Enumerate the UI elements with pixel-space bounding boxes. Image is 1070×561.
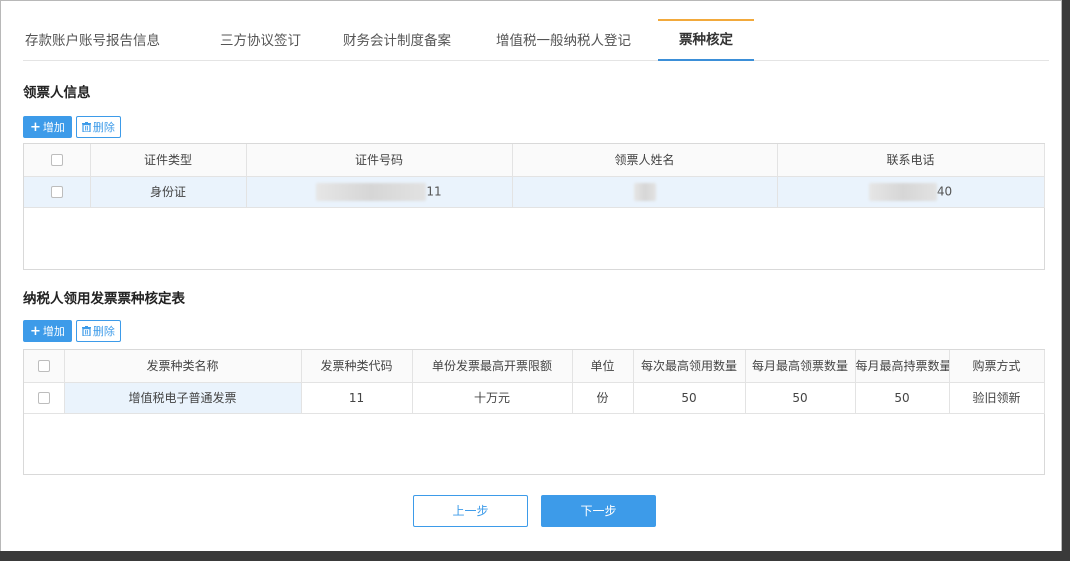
invoice-delete-button[interactable]: 删除 — [75, 320, 121, 342]
tab-invoice-type-approval[interactable]: 票种核定 — [658, 19, 754, 61]
invoice-section-title: 纳税人领用发票票种核定表 — [23, 291, 185, 307]
tab-vat-general-taxpayer-registration[interactable]: 增值税一般纳税人登记 — [496, 19, 631, 61]
recipient-table: 证件类型 证件号码 领票人姓名 联系电话 身份证 11 40 — [23, 143, 1045, 270]
select-all-checkbox[interactable] — [37, 360, 50, 373]
recipient-add-button[interactable]: + 增加 — [23, 116, 72, 138]
max-per-time-cell: 50 — [633, 382, 746, 414]
id-number-suffix: 11 — [426, 184, 442, 198]
col-header-invoice-type-code: 发票种类代码 — [301, 350, 413, 383]
recipient-add-label: 增加 — [42, 121, 65, 134]
trash-icon — [81, 326, 91, 336]
recipient-section-title: 领票人信息 — [23, 85, 91, 101]
invoice-toolbar: + 增加 删除 — [23, 320, 121, 342]
col-header-recipient-name: 领票人姓名 — [512, 144, 778, 177]
invoice-type-code-cell: 11 — [301, 382, 413, 414]
invoice-table-header: 发票种类名称 发票种类代码 单份发票最高开票限额 单位 每次最高领用数量 每月最… — [24, 350, 1045, 383]
col-header-max-per-time: 每次最高领用数量 — [633, 350, 746, 383]
unit-cell: 份 — [572, 382, 634, 414]
max-hold-cell: 50 — [855, 382, 950, 414]
max-invoice-limit-cell: 十万元 — [412, 382, 573, 414]
col-header-max-invoice-limit: 单份发票最高开票限额 — [412, 350, 573, 383]
col-header-id-number: 证件号码 — [246, 144, 513, 177]
select-all-cell — [24, 350, 65, 383]
plus-icon: + — [30, 323, 41, 339]
recipient-toolbar: + 增加 删除 — [23, 116, 121, 138]
recipient-delete-label: 删除 — [92, 121, 115, 134]
tab-bar: 存款账户账号报告信息 三方协议签订 财务会计制度备案 增值税一般纳税人登记 票种… — [23, 19, 1049, 61]
tab-accounting-system-filing[interactable]: 财务会计制度备案 — [343, 19, 451, 61]
col-header-unit: 单位 — [572, 350, 634, 383]
invoice-type-table: 发票种类名称 发票种类代码 单份发票最高开票限额 单位 每次最高领用数量 每月最… — [23, 349, 1045, 475]
col-header-max-per-month: 每月最高领票数量 — [745, 350, 856, 383]
phone-suffix: 40 — [936, 184, 953, 198]
col-header-phone: 联系电话 — [777, 144, 1045, 177]
trash-icon — [81, 122, 91, 132]
window-edge-right — [1062, 0, 1070, 561]
row-checkbox[interactable] — [50, 186, 63, 198]
recipient-delete-button[interactable]: 删除 — [75, 116, 121, 138]
table-row[interactable]: 身份证 11 40 — [24, 176, 1045, 208]
invoice-add-button[interactable]: + 增加 — [23, 320, 72, 342]
phone-cell: 40 — [777, 176, 1045, 208]
dialog-window: 存款账户账号报告信息 三方协议签订 财务会计制度备案 增值税一般纳税人登记 票种… — [0, 0, 1062, 555]
purchase-method-cell: 验旧领新 — [949, 382, 1045, 414]
invoice-delete-label: 删除 — [92, 325, 115, 338]
row-checkbox[interactable] — [37, 392, 50, 404]
invoice-type-name-cell: 增值税电子普通发票 — [64, 382, 302, 414]
previous-step-button[interactable]: 上一步 — [413, 495, 528, 527]
redacted-name — [633, 182, 656, 201]
redacted-id-number — [316, 182, 427, 201]
window-edge-bottom — [0, 551, 1070, 561]
recipient-table-header: 证件类型 证件号码 领票人姓名 联系电话 — [24, 144, 1045, 177]
col-header-purchase-method: 购票方式 — [949, 350, 1045, 383]
redacted-phone — [868, 182, 937, 201]
id-number-cell: 11 — [246, 176, 513, 208]
max-per-month-cell: 50 — [745, 382, 856, 414]
tab-deposit-account-report[interactable]: 存款账户账号报告信息 — [25, 19, 160, 61]
plus-icon: + — [30, 119, 41, 135]
row-select-cell — [24, 176, 91, 208]
recipient-name-cell — [512, 176, 778, 208]
select-all-checkbox[interactable] — [50, 154, 63, 167]
col-header-invoice-type-name: 发票种类名称 — [64, 350, 302, 383]
col-header-max-hold: 每月最高持票数量 — [855, 350, 950, 383]
col-header-id-type: 证件类型 — [90, 144, 247, 177]
tab-tripartite-agreement[interactable]: 三方协议签订 — [220, 19, 301, 61]
next-step-button[interactable]: 下一步 — [541, 495, 656, 527]
id-type-cell: 身份证 — [90, 176, 247, 208]
row-select-cell — [24, 382, 65, 414]
invoice-add-label: 增加 — [42, 325, 65, 338]
table-row[interactable]: 增值税电子普通发票 11 十万元 份 50 50 50 验旧领新 — [24, 382, 1045, 414]
select-all-cell — [24, 144, 91, 177]
